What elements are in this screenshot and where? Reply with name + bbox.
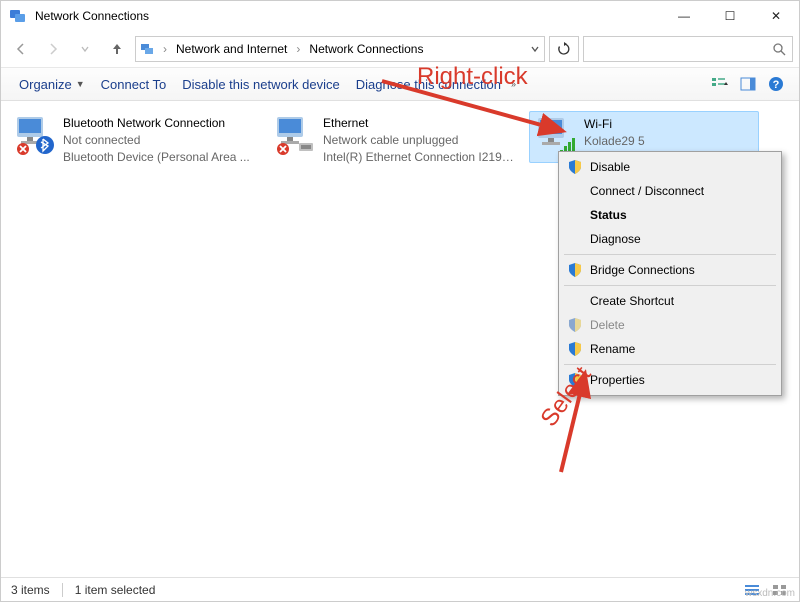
item-count: 3 items (11, 583, 50, 597)
shield-icon (567, 317, 583, 333)
menu-disable[interactable]: Disable (562, 155, 778, 179)
status-bar: 3 items 1 item selected (1, 577, 799, 601)
connect-to-button[interactable]: Connect To (93, 73, 175, 96)
watermark: wsxdn.com (745, 588, 795, 599)
organize-menu[interactable]: Organize▼ (11, 73, 93, 96)
recent-dropdown[interactable] (71, 35, 99, 63)
menu-status[interactable]: Status (562, 203, 778, 227)
up-button[interactable] (103, 35, 131, 63)
forward-button[interactable] (39, 35, 67, 63)
selection-count: 1 item selected (75, 583, 156, 597)
maximize-button[interactable]: ☐ (707, 1, 753, 31)
titlebar: Network Connections — ☐ ✕ (1, 1, 799, 31)
connection-name: Ethernet (323, 115, 515, 132)
menu-separator (564, 254, 776, 255)
refresh-button[interactable] (549, 36, 579, 62)
connection-status: Network cable unplugged (323, 132, 515, 149)
disable-device-button[interactable]: Disable this network device (174, 73, 348, 96)
app-icon (9, 6, 29, 26)
control-panel-icon (140, 41, 156, 57)
diagnose-button[interactable]: Diagnose this connection» (348, 73, 524, 96)
shield-icon (567, 262, 583, 278)
crumb-network-internet[interactable]: Network and Internet (174, 42, 289, 56)
address-bar: › Network and Internet › Network Connect… (1, 31, 799, 67)
breadcrumb[interactable]: › Network and Internet › Network Connect… (135, 36, 545, 62)
window-title: Network Connections (35, 9, 661, 23)
view-options-button[interactable] (707, 71, 733, 97)
minimize-button[interactable]: — (661, 1, 707, 31)
menu-separator (564, 285, 776, 286)
shield-icon (567, 159, 583, 175)
connection-device: Bluetooth Device (Personal Area ... (63, 149, 250, 166)
close-button[interactable]: ✕ (753, 1, 799, 31)
address-dropdown[interactable] (530, 44, 540, 54)
menu-create-shortcut[interactable]: Create Shortcut (562, 289, 778, 313)
menu-connect-disconnect[interactable]: Connect / Disconnect (562, 179, 778, 203)
connection-bluetooth[interactable]: Bluetooth Network Connection Not connect… (9, 111, 259, 169)
back-button[interactable] (7, 35, 35, 63)
preview-pane-button[interactable] (735, 71, 761, 97)
connection-device: Intel(R) Ethernet Connection I219-... (323, 149, 515, 166)
svg-text:?: ? (773, 79, 780, 91)
menu-properties[interactable]: Properties (562, 368, 778, 392)
menu-separator (564, 364, 776, 365)
menu-rename[interactable]: Rename (562, 337, 778, 361)
toolbar: Organize▼ Connect To Disable this networ… (1, 67, 799, 101)
context-menu: Disable Connect / Disconnect Status Diag… (558, 151, 782, 396)
chevron-right-icon: › (160, 42, 170, 56)
ethernet-adapter-icon (273, 115, 315, 157)
connection-name: Bluetooth Network Connection (63, 115, 250, 132)
connection-status: Kolade29 5 (584, 133, 645, 150)
shield-icon (567, 341, 583, 357)
search-icon (772, 42, 786, 56)
menu-bridge[interactable]: Bridge Connections (562, 258, 778, 282)
bluetooth-adapter-icon (13, 115, 55, 157)
crumb-network-connections[interactable]: Network Connections (307, 42, 425, 56)
menu-diagnose[interactable]: Diagnose (562, 227, 778, 251)
help-button[interactable]: ? (763, 71, 789, 97)
connection-status: Not connected (63, 132, 250, 149)
connection-name: Wi-Fi (584, 116, 645, 133)
search-input[interactable] (583, 36, 793, 62)
menu-delete: Delete (562, 313, 778, 337)
chevron-right-icon: › (293, 42, 303, 56)
shield-icon (567, 372, 583, 388)
connection-ethernet[interactable]: Ethernet Network cable unplugged Intel(R… (269, 111, 519, 169)
